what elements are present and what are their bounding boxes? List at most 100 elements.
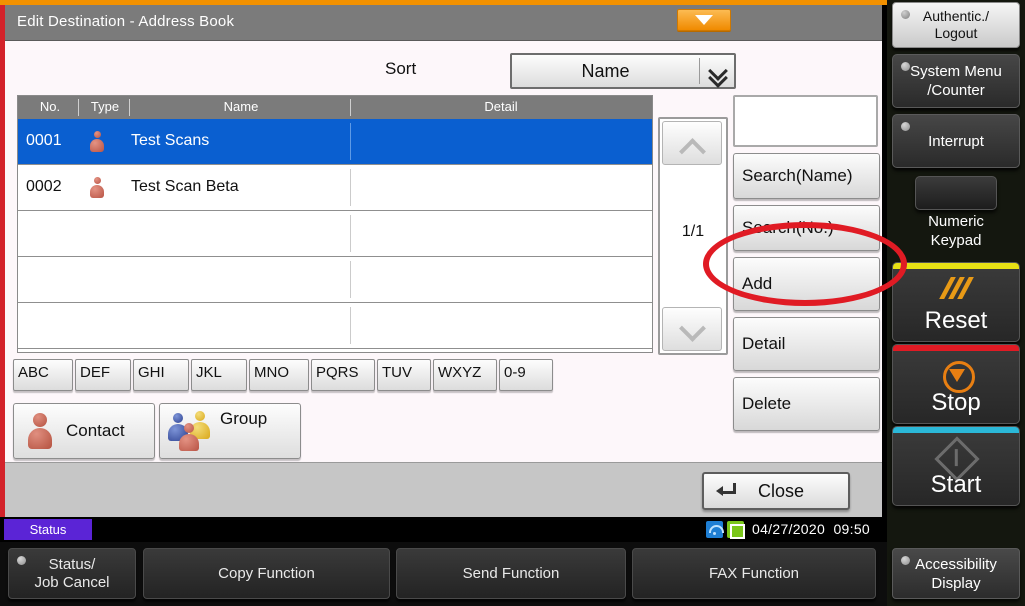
numeric-keypad-label: Numeric Keypad (887, 212, 1025, 250)
status-job-cancel-line1: Status/ (48, 555, 96, 573)
group-filter-button[interactable]: Group (159, 403, 301, 459)
alpha-tab-abc[interactable]: ABC (13, 359, 73, 391)
led-indicator-icon (17, 556, 26, 565)
sort-dropdown[interactable]: Name (510, 53, 736, 89)
alpha-tab-mno[interactable]: MNO (249, 359, 309, 391)
interrupt-label: Interrupt (928, 132, 984, 150)
dialog-action-column: Search(Name) Search(No.) Add Detail Dele… (733, 95, 880, 431)
column-header-name: Name (223, 99, 259, 114)
divider (350, 261, 351, 298)
start-button[interactable]: Start (892, 426, 1020, 506)
alpha-tab-0-9[interactable]: 0-9 (499, 359, 553, 391)
stop-accent-bar (893, 345, 1019, 351)
collapse-triangle-button[interactable] (677, 9, 731, 31)
alpha-tab-tuv[interactable]: TUV (377, 359, 431, 391)
alpha-tab-pqrs[interactable]: PQRS (311, 359, 375, 391)
sort-label: Sort (385, 59, 417, 78)
table-row[interactable]: 0002 Test Scan Beta (18, 165, 652, 211)
detail-button[interactable]: Detail (733, 317, 880, 371)
send-function-button[interactable]: Send Function (396, 548, 626, 599)
search-by-number-button[interactable]: Search(No.) (733, 205, 880, 251)
reset-accent-bar (893, 263, 1019, 269)
alpha-tab-def[interactable]: DEF (75, 359, 131, 391)
hardware-key-column: Authentic./Logout System Menu/Counter In… (887, 0, 1025, 606)
group-label: Group (220, 409, 268, 428)
sort-dropdown-value: Name (581, 60, 630, 81)
contact-person-icon (90, 177, 104, 198)
table-row[interactable] (18, 303, 652, 349)
system-menu-counter-button[interactable]: System Menu/Counter (892, 54, 1020, 108)
scroll-up-button[interactable] (662, 121, 722, 165)
dialog-title: Edit Destination - Address Book (17, 13, 235, 30)
table-row[interactable] (18, 257, 652, 303)
divider (350, 169, 351, 206)
column-header-detail: Detail (484, 99, 518, 114)
time-text: 09:50 (833, 521, 871, 537)
numeric-keypad-line1: Numeric (928, 213, 984, 230)
divider (350, 307, 351, 344)
reset-button[interactable]: Reset (892, 262, 1020, 342)
add-button[interactable]: Add (733, 257, 880, 311)
accessibility-display-button[interactable]: Accessibility Display (892, 548, 1020, 599)
table-row[interactable] (18, 211, 652, 257)
contact-person-icon (28, 413, 52, 449)
alpha-tab-label: WXYZ (438, 364, 482, 381)
row-name: Test Scans (131, 132, 210, 149)
reset-slashes-icon (893, 277, 1019, 304)
numeric-keypad-button[interactable] (915, 176, 997, 210)
dialog-footer: Close (5, 462, 882, 518)
chevron-up-icon (681, 137, 703, 149)
triangle-down-icon (695, 15, 713, 25)
table-header-row: No. Type Name Detail (18, 96, 652, 119)
stop-button[interactable]: Stop (892, 344, 1020, 424)
contact-person-icon (90, 131, 104, 152)
search-input[interactable] (733, 95, 878, 147)
alpha-tab-ghi[interactable]: GHI (133, 359, 189, 391)
alpha-tab-label: PQRS (316, 364, 359, 381)
date-time-display: 04/27/2020 09:50 (752, 521, 870, 537)
auth-line1: Authentic./ (922, 8, 990, 24)
copy-function-button[interactable]: Copy Function (143, 548, 390, 599)
network-icon (727, 521, 745, 539)
interrupt-button[interactable]: Interrupt (892, 114, 1020, 168)
fax-function-button[interactable]: FAX Function (632, 548, 876, 599)
reset-label: Reset (924, 307, 988, 334)
divider (350, 123, 351, 160)
alpha-tab-wxyz[interactable]: WXYZ (433, 359, 497, 391)
close-label: Close (757, 480, 805, 501)
status-badge[interactable]: Status (4, 519, 92, 540)
stop-label: Stop (931, 389, 981, 416)
alpha-tab-label: MNO (254, 364, 289, 381)
chevron-down-icon (700, 64, 734, 78)
status-job-cancel-line2: Job Cancel (34, 573, 110, 591)
accessibility-line2: Display (931, 574, 981, 592)
status-badge-label: Status (29, 522, 67, 537)
detail-label: Detail (742, 334, 786, 353)
close-button[interactable]: Close (702, 472, 850, 510)
send-function-label: Send Function (462, 564, 560, 582)
date-text: 04/27/2020 (752, 521, 826, 537)
alpha-tab-label: TUV (382, 364, 412, 381)
bottom-hardkey-row: Status/Job Cancel Copy Function Send Fun… (0, 542, 887, 606)
delete-button[interactable]: Delete (733, 377, 880, 431)
alpha-tab-label: 0-9 (504, 364, 526, 381)
status-job-cancel-button[interactable]: Status/Job Cancel (8, 548, 136, 599)
search-by-name-button[interactable]: Search(Name) (733, 153, 880, 199)
row-number: 0001 (26, 132, 62, 149)
status-bar: Status 04/27/2020 09:50 (0, 517, 887, 542)
alpha-tab-jkl[interactable]: JKL (191, 359, 247, 391)
divider (350, 99, 351, 116)
destination-table[interactable]: No. Type Name Detail 0001 Test Scans 000… (17, 95, 653, 353)
table-row[interactable]: 0001 Test Scans (18, 119, 652, 165)
scroll-down-button[interactable] (662, 307, 722, 351)
contact-label: Contact (66, 421, 125, 440)
alpha-tab-label: JKL (196, 364, 222, 381)
alpha-tab-label: DEF (80, 364, 110, 381)
authentication-logout-button[interactable]: Authentic./Logout (892, 2, 1020, 48)
divider (78, 99, 79, 116)
fax-function-label: FAX Function (708, 564, 800, 582)
divider (129, 99, 130, 116)
contact-filter-button[interactable]: Contact (13, 403, 155, 459)
led-indicator-icon (901, 556, 910, 565)
auth-line2: Logout (934, 25, 978, 41)
